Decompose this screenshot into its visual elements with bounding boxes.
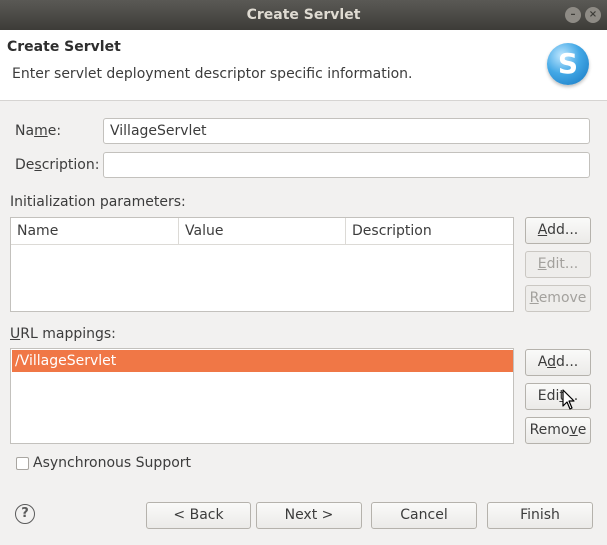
init-params-table[interactable]: Name Value Description bbox=[10, 217, 514, 312]
servlet-logo-icon: S bbox=[547, 43, 589, 85]
wizard-header: Create Servlet Enter servlet deployment … bbox=[0, 30, 607, 101]
async-support-label[interactable]: Asynchronous Support bbox=[33, 455, 191, 471]
page-title: Create Servlet bbox=[7, 39, 121, 55]
url-remove-button[interactable]: Remove bbox=[525, 417, 591, 444]
async-support-checkbox[interactable] bbox=[16, 457, 29, 470]
name-label: Name: bbox=[15, 123, 62, 139]
url-add-button[interactable]: Add... bbox=[525, 349, 591, 376]
back-button[interactable]: < Back bbox=[146, 502, 251, 529]
cancel-button[interactable]: Cancel bbox=[371, 502, 477, 529]
column-header-value[interactable]: Value bbox=[179, 218, 346, 245]
init-remove-button[interactable]: Remove bbox=[525, 285, 591, 312]
minimize-icon[interactable]: – bbox=[565, 7, 581, 23]
url-edit-button[interactable]: Edit... bbox=[525, 383, 591, 410]
page-description: Enter servlet deployment descriptor spec… bbox=[12, 66, 413, 82]
column-header-description[interactable]: Description bbox=[346, 218, 513, 245]
column-header-name[interactable]: Name bbox=[11, 218, 179, 245]
name-field[interactable]: VillageServlet bbox=[103, 118, 590, 144]
description-field[interactable] bbox=[103, 152, 590, 178]
window-titlebar: Create Servlet – × bbox=[0, 0, 607, 30]
url-mappings-list[interactable]: /VillageServlet bbox=[10, 348, 514, 444]
finish-button[interactable]: Finish bbox=[487, 502, 593, 529]
url-mapping-row[interactable]: /VillageServlet bbox=[12, 350, 513, 372]
mouse-cursor-icon bbox=[562, 389, 575, 410]
init-add-button[interactable]: Add... bbox=[525, 217, 591, 244]
help-icon[interactable]: ? bbox=[15, 504, 35, 524]
next-button[interactable]: Next > bbox=[256, 502, 362, 529]
init-edit-button[interactable]: Edit... bbox=[525, 251, 591, 278]
close-icon[interactable]: × bbox=[585, 7, 601, 23]
init-params-label: Initialization parameters: bbox=[10, 194, 186, 210]
url-mappings-label: URL mappings: bbox=[10, 326, 116, 342]
description-label: Description: bbox=[15, 157, 100, 173]
window-title: Create Servlet bbox=[246, 7, 361, 23]
